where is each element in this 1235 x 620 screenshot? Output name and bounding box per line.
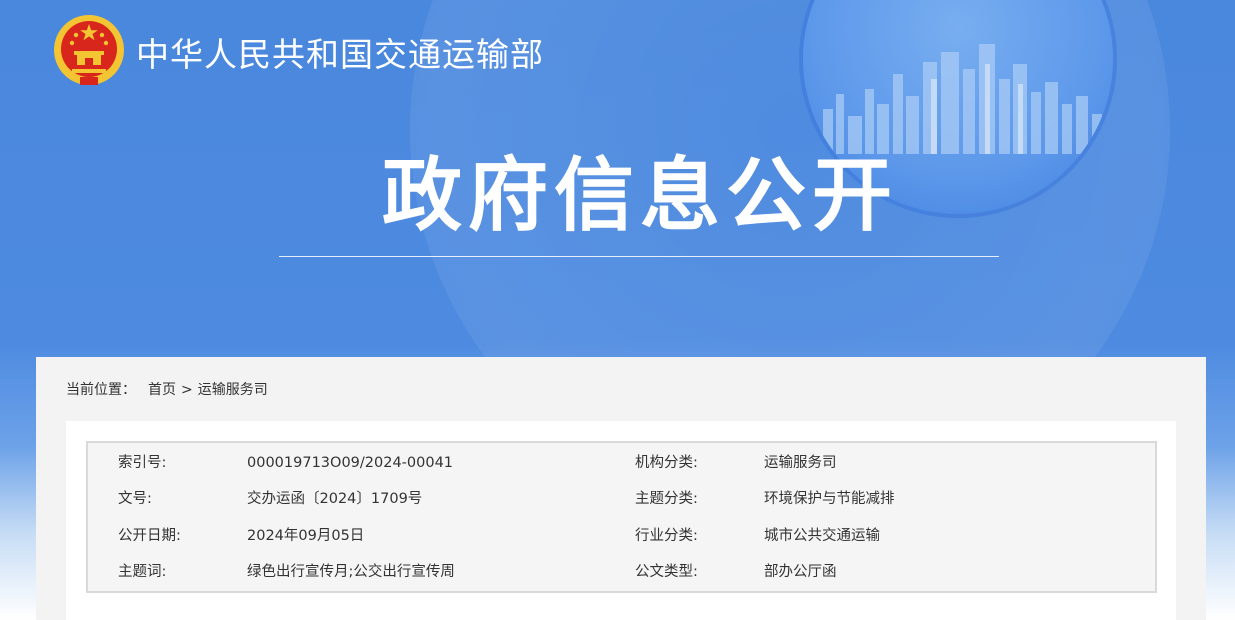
document-panel: 索引号: 000019713O09/2024-00041 机构分类: 运输服务司… bbox=[66, 421, 1176, 620]
metadata-value: 环境保护与节能减排 bbox=[764, 491, 895, 507]
metadata-value: 运输服务司 bbox=[764, 455, 837, 471]
document-metadata-table: 索引号: 000019713O09/2024-00041 机构分类: 运输服务司… bbox=[86, 441, 1157, 593]
metadata-key: 机构分类: bbox=[635, 455, 698, 471]
metadata-value: 绿色出行宣传月;公交出行宣传周 bbox=[247, 564, 455, 580]
ministry-name[interactable]: 中华人民共和国交通运输部 bbox=[136, 28, 544, 76]
breadcrumb-label: 当前位置： bbox=[66, 382, 136, 398]
metadata-value: 2024年09月05日 bbox=[247, 528, 365, 544]
metadata-key: 主题分类: bbox=[635, 491, 698, 507]
metadata-row: 公开日期: 2024年09月05日 行业分类: 城市公共交通运输 bbox=[88, 518, 1155, 554]
city-skyline-icon bbox=[823, 44, 1102, 154]
breadcrumb-home-link[interactable]: 首页 bbox=[148, 379, 176, 399]
metadata-key: 行业分类: bbox=[635, 528, 698, 544]
metadata-key: 公文类型: bbox=[635, 564, 698, 580]
main-content: 当前位置： 首页 > 运输服务司 索引号: 000019713O09/2024-000… bbox=[36, 357, 1206, 620]
breadcrumb: 当前位置： 首页 > 运输服务司 bbox=[66, 379, 268, 399]
metadata-row: 文号: 交办运函〔2024〕1709号 主题分类: 环境保护与节能减排 bbox=[88, 481, 1155, 517]
metadata-key: 文号: bbox=[118, 491, 152, 507]
metadata-value: 000019713O09/2024-00041 bbox=[247, 455, 454, 471]
section-title: 政府信息公开 bbox=[382, 149, 898, 242]
metadata-value: 交办运函〔2024〕1709号 bbox=[247, 491, 423, 507]
metadata-value: 部办公厅函 bbox=[764, 564, 837, 580]
metadata-key: 公开日期: bbox=[118, 528, 181, 544]
metadata-row: 索引号: 000019713O09/2024-00041 机构分类: 运输服务司 bbox=[88, 445, 1155, 481]
metadata-row: 主题词: 绿色出行宣传月;公交出行宣传周 公文类型: 部办公厅函 bbox=[88, 554, 1155, 590]
title-divider bbox=[279, 256, 999, 257]
breadcrumb-separator: > bbox=[181, 382, 193, 398]
metadata-key: 索引号: bbox=[118, 455, 167, 471]
national-emblem-icon bbox=[54, 15, 124, 86]
metadata-key: 主题词: bbox=[118, 564, 167, 580]
metadata-value: 城市公共交通运输 bbox=[764, 528, 880, 544]
breadcrumb-current-link[interactable]: 运输服务司 bbox=[198, 379, 268, 399]
